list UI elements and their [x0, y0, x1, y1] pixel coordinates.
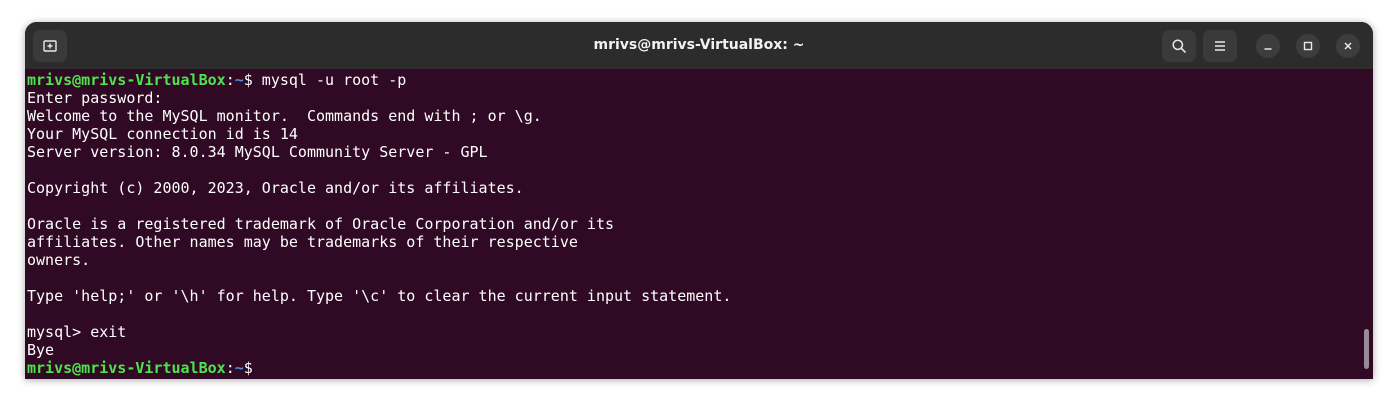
search-icon — [1172, 39, 1186, 53]
close-button[interactable] — [1336, 34, 1360, 58]
search-button[interactable] — [1162, 30, 1196, 62]
prompt-user-host: mrivs@mrivs-VirtualBox — [27, 359, 226, 377]
prompt-symbol: $ — [243, 71, 253, 89]
output-line: Your MySQL connection id is 14 — [27, 125, 298, 143]
output-line: Copyright (c) 2000, 2023, Oracle and/or … — [27, 179, 524, 197]
prompt-user-host: mrivs@mrivs-VirtualBox — [27, 71, 226, 89]
hamburger-menu-icon — [1215, 41, 1225, 51]
prompt-symbol: $ — [243, 359, 253, 377]
prompt-path: ~ — [234, 71, 244, 89]
title-bar[interactable]: mrivs@mrivs-VirtualBox: ~ — [25, 22, 1373, 69]
prompt-separator: : — [225, 359, 235, 377]
maximize-button[interactable] — [1296, 34, 1320, 58]
prompt-separator: : — [225, 71, 235, 89]
minimize-icon — [1264, 48, 1272, 50]
output-line: affiliates. Other names may be trademark… — [27, 233, 578, 251]
minimize-button[interactable] — [1256, 34, 1280, 58]
command-text: mysql -u root -p — [252, 71, 407, 89]
prompt-line: mrivs@mrivs-VirtualBox:~$ — [27, 359, 1373, 377]
terminal-window: mrivs@mrivs-VirtualBox: ~ mrivs@mrivs-Vi… — [25, 22, 1373, 379]
output-line: Welcome to the MySQL monitor. Commands e… — [27, 107, 542, 125]
output-line: Type 'help;' or '\h' for help. Type '\c'… — [27, 287, 732, 305]
terminal-output-area[interactable]: mrivs@mrivs-VirtualBox:~$ mysql -u root … — [25, 69, 1373, 379]
output-line: owners. — [27, 251, 91, 269]
output-line: Enter password: — [27, 89, 163, 107]
prompt-line: mrivs@mrivs-VirtualBox:~$ mysql -u root … — [27, 71, 1373, 89]
scrollbar-thumb[interactable] — [1364, 329, 1369, 369]
prompt-path: ~ — [234, 359, 244, 377]
new-tab-icon — [43, 40, 57, 52]
menu-button[interactable] — [1203, 30, 1237, 62]
output-line: Oracle is a registered trademark of Orac… — [27, 215, 614, 233]
maximize-icon — [1303, 41, 1313, 51]
new-tab-button[interactable] — [33, 30, 67, 62]
output-line: Bye — [27, 341, 55, 359]
close-icon — [1344, 42, 1352, 50]
output-line: Server version: 8.0.34 MySQL Community S… — [27, 143, 488, 161]
output-line: mysql> exit — [27, 323, 127, 341]
